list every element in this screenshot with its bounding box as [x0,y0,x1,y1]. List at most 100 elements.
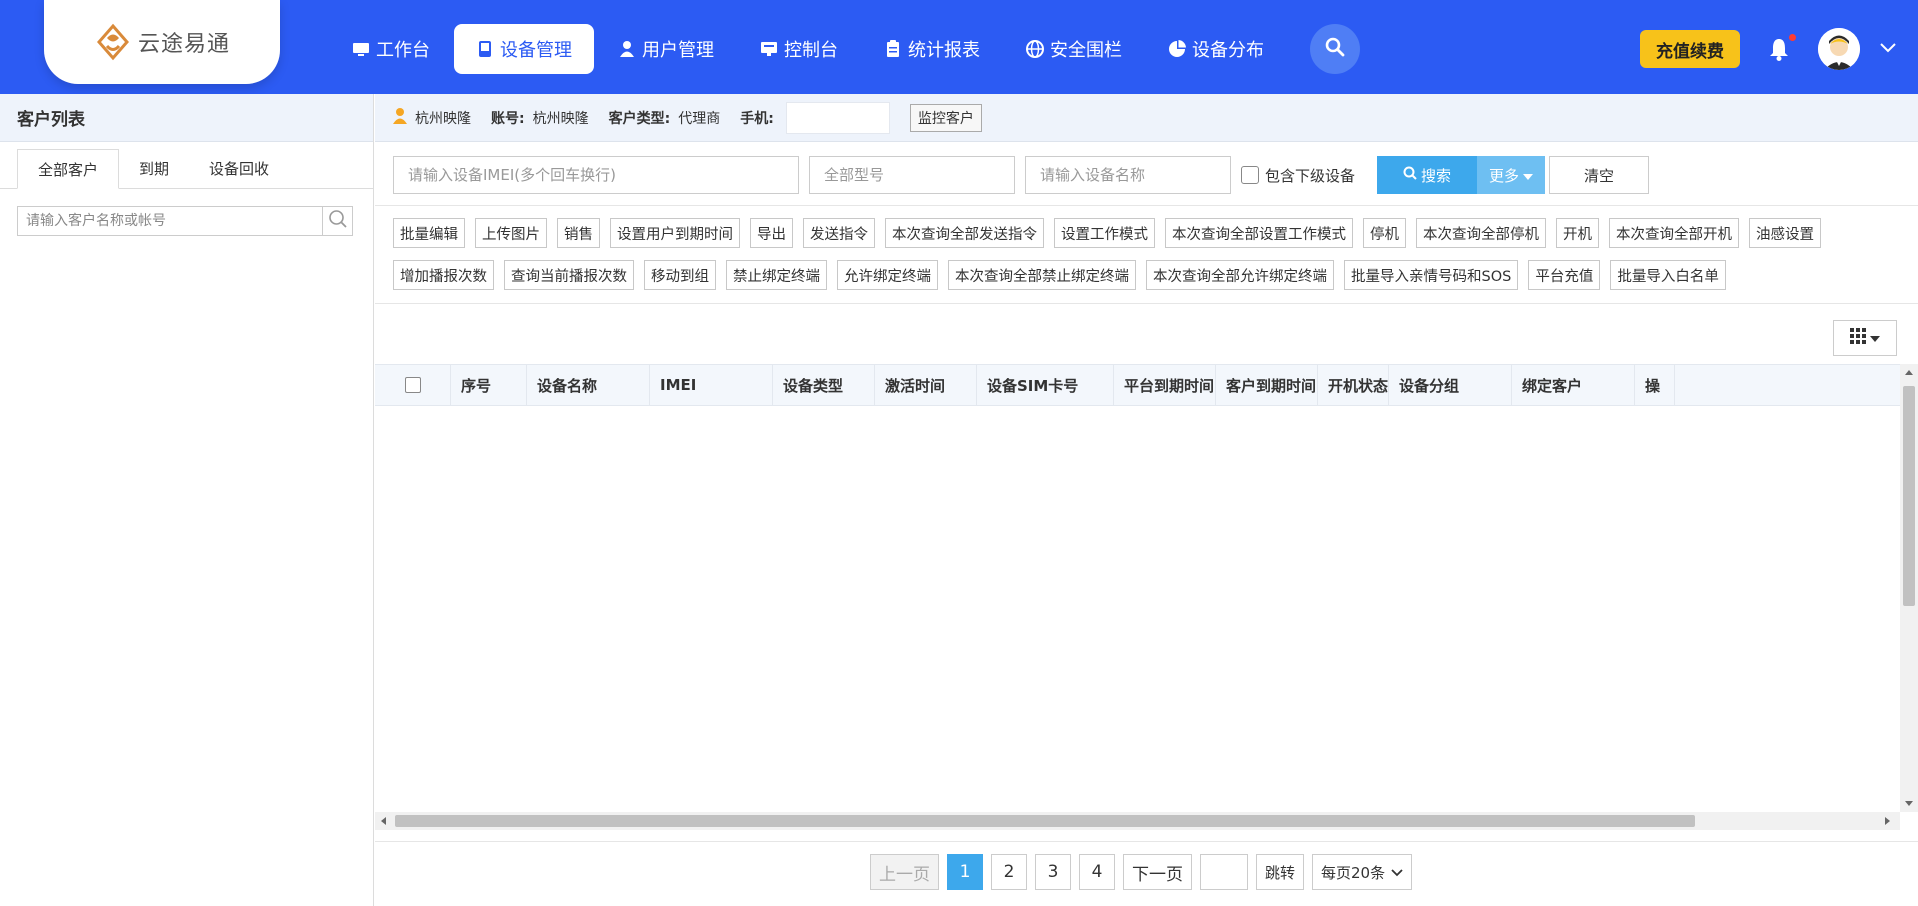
column-header[interactable]: IMEI [650,365,773,405]
nav-label: 设备分布 [1192,40,1264,61]
search-button[interactable]: 搜索 [1377,156,1478,194]
scroll-down-icon[interactable] [1905,801,1913,806]
nav-label: 工作台 [376,40,430,61]
action-button[interactable]: 油感设置 [1749,218,1821,248]
next-page-button[interactable]: 下一页 [1123,854,1192,890]
page-button-4[interactable]: 4 [1079,854,1115,890]
nav-user-management[interactable]: 用户管理 [596,24,736,74]
nav-workbench[interactable]: 工作台 [330,24,452,74]
column-header[interactable]: 客户到期时间 [1216,365,1318,405]
customer-search-button[interactable] [322,207,352,235]
page-button-1[interactable]: 1 [947,854,983,890]
scroll-left-icon[interactable] [381,817,386,825]
scroll-right-icon[interactable] [1885,817,1890,825]
action-button[interactable]: 销售 [557,218,600,248]
column-header[interactable]: 设备SIM卡号 [977,365,1114,405]
vertical-scrollbar[interactable] [1900,364,1918,812]
select-all-cell [375,365,451,405]
page-button-3[interactable]: 3 [1035,854,1071,890]
page-jump-input[interactable] [1200,854,1248,890]
phone-value [785,101,890,134]
include-subordinate: 包含下级设备 [1241,165,1355,186]
scrollbar-thumb[interactable] [1903,386,1915,606]
model-select[interactable] [809,156,1015,194]
chevron-down-icon[interactable] [1878,38,1898,58]
action-button[interactable]: 查询当前播报次数 [504,260,634,290]
action-button[interactable]: 上传图片 [475,218,547,248]
action-button[interactable]: 本次查询全部发送指令 [885,218,1044,248]
more-button[interactable]: 更多 [1477,156,1546,194]
batch-actions-toolbar: 批量编辑 上传图片 销售 设置用户到期时间 导出 发送指令 本次查询全部发送指令 设置工作模式… [393,218,1913,290]
caret-down-icon [1870,330,1880,346]
page-size-value: 每页20条 [1321,863,1386,882]
action-button[interactable]: 本次查询全部禁止绑定终端 [948,260,1136,290]
device-name-input[interactable] [1025,156,1231,194]
page-button-2[interactable]: 2 [991,854,1027,890]
global-search-button[interactable] [1310,24,1360,74]
action-button[interactable]: 停机 [1363,218,1406,248]
search-icon [1403,166,1417,184]
action-button[interactable]: 本次查询全部设置工作模式 [1165,218,1353,248]
tab-all-customers[interactable]: 全部客户 [17,149,120,189]
tab-expired[interactable]: 到期 [119,148,189,188]
monitor-customer-button[interactable]: 监控客户 [909,103,982,132]
nav-statistics[interactable]: 统计报表 [862,24,1002,74]
column-header[interactable]: 设备类型 [773,365,875,405]
user-icon [618,40,636,58]
prev-page-button[interactable]: 上一页 [870,854,939,890]
customer-search [17,206,353,236]
horizontal-scrollbar[interactable] [375,812,1900,830]
jump-button[interactable]: 跳转 [1256,854,1305,890]
action-button[interactable]: 导出 [750,218,793,248]
action-button[interactable]: 批量编辑 [393,218,465,248]
action-button[interactable]: 增加播报次数 [393,260,494,290]
action-button[interactable]: 批量导入亲情号码和SOS [1344,260,1519,290]
imei-input[interactable] [393,156,799,194]
recharge-button[interactable]: 充值续费 [1640,30,1740,68]
column-settings-button[interactable] [1833,320,1897,356]
column-header[interactable]: 平台到期时间 [1114,365,1216,405]
nav-label: 控制台 [784,40,838,61]
nav-console[interactable]: 控制台 [738,24,860,74]
logo[interactable]: 云途易通 [44,0,280,84]
bell-icon[interactable] [1766,36,1792,62]
logo-icon [94,23,132,61]
nav-geofence[interactable]: 安全围栏 [1004,24,1144,74]
action-button[interactable]: 本次查询全部开机 [1609,218,1739,248]
scrollbar-thumb[interactable] [395,815,1695,827]
action-button[interactable]: 批量导入白名单 [1610,260,1726,290]
column-header[interactable]: 设备名称 [527,365,650,405]
action-button[interactable]: 平台充值 [1528,260,1601,290]
action-button[interactable]: 发送指令 [803,218,875,248]
action-button[interactable]: 设置用户到期时间 [610,218,740,248]
action-button[interactable]: 禁止绑定终端 [726,260,827,290]
customer-tabs: 全部客户 到期 设备回收 [0,142,373,189]
avatar[interactable] [1818,28,1860,70]
notification-dot [1789,34,1796,41]
scroll-up-icon[interactable] [1905,370,1913,375]
column-header[interactable]: 开机状态 [1318,365,1389,405]
nav-label: 用户管理 [642,40,714,61]
action-button[interactable]: 允许绑定终端 [837,260,938,290]
nav-device-management[interactable]: 设备管理 [454,24,594,74]
select-all-checkbox[interactable] [404,377,421,393]
clear-button[interactable]: 清空 [1549,156,1650,194]
tab-device-recycle[interactable]: 设备回收 [189,148,289,188]
nav-label: 统计报表 [908,40,980,61]
column-header[interactable]: 操 [1635,365,1675,405]
action-button[interactable]: 移动到组 [644,260,716,290]
column-header[interactable]: 绑定客户 [1512,365,1635,405]
include-sub-checkbox[interactable] [1241,166,1259,184]
top-navigation-bar: 云途易通 工作台 设备管理 用户管理 控制台 统计报表 安全围栏 设备分布 充值… [0,0,1918,94]
column-header[interactable]: 激活时间 [875,365,977,405]
page-size-select[interactable]: 每页20条 [1312,854,1413,890]
pie-icon [1168,40,1186,58]
column-header[interactable]: 序号 [451,365,527,405]
column-header[interactable]: 设备分组 [1389,365,1512,405]
action-button[interactable]: 开机 [1556,218,1599,248]
action-button[interactable]: 本次查询全部停机 [1416,218,1546,248]
action-button[interactable]: 本次查询全部允许绑定终端 [1146,260,1334,290]
action-button[interactable]: 设置工作模式 [1054,218,1155,248]
customer-search-input[interactable] [18,207,322,235]
nav-device-distribution[interactable]: 设备分布 [1146,24,1286,74]
